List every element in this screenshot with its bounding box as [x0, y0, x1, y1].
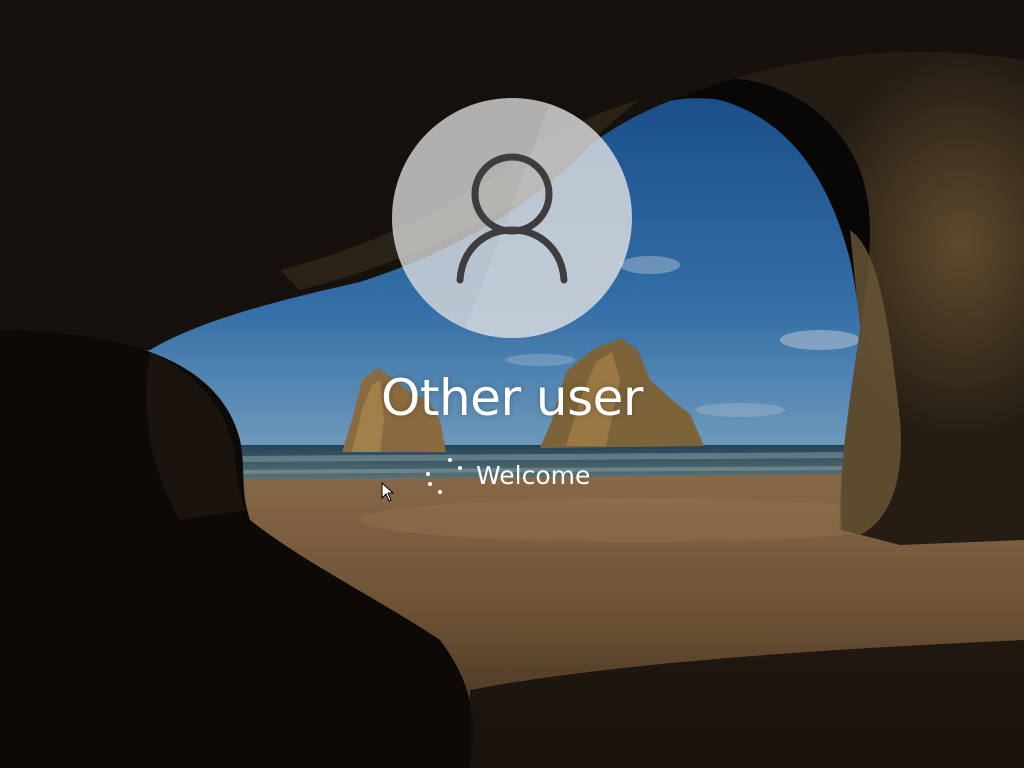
lock-screen: Other user Welcome — [0, 0, 1024, 768]
user-name-label: Other user — [381, 369, 643, 427]
mouse-pointer-icon — [381, 482, 395, 502]
loading-spinner-icon — [418, 452, 466, 500]
sign-in-status: Welcome — [418, 452, 590, 500]
status-text: Welcome — [476, 461, 591, 490]
sign-in-panel: Other user Welcome — [0, 0, 1024, 768]
user-avatar — [392, 98, 632, 338]
person-icon — [456, 153, 568, 284]
